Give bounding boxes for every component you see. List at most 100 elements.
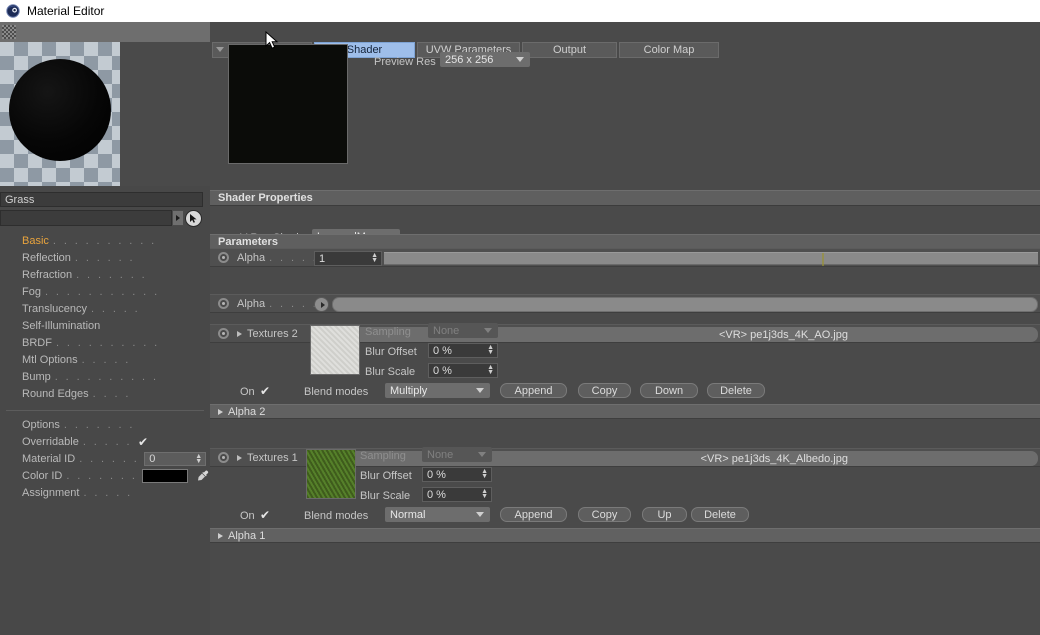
alpha-map-row: Alpha . . . . . .	[210, 294, 1040, 313]
textures-2-thumbnail[interactable]	[310, 325, 360, 375]
alpha-map-slot[interactable]	[332, 297, 1038, 312]
shader-preview-thumbnail[interactable]	[228, 44, 348, 164]
color-id-swatch[interactable]	[142, 468, 188, 483]
play-arrow-icon	[320, 301, 325, 308]
textures-2-blur-scale-stepper[interactable]: 0 % ▲ ▼	[428, 363, 498, 378]
option-row-options[interactable]: Options . . . . . . .	[0, 416, 210, 433]
material-id-dots: . . . . . .	[79, 452, 140, 465]
option-row-overridable[interactable]: Overridable . . . . . ✔	[0, 433, 210, 450]
material-browse-arrow-button[interactable]	[172, 210, 184, 226]
expand-triangle-icon[interactable]	[237, 330, 242, 337]
textures-1-blur-offset-value: 0 %	[427, 468, 446, 481]
left-panel: Grass Basic . . . . . . . . . . Reflecti…	[0, 22, 210, 635]
textures-2-sampling-label: Sampling	[365, 326, 411, 338]
nav-dots: . . . . .	[91, 302, 141, 315]
stepper-arrows-icon[interactable]: ▲ ▼	[481, 488, 488, 500]
alpha-numeric-toggle[interactable]	[218, 252, 229, 263]
stepper-arrows-icon[interactable]: ▲ ▼	[481, 468, 488, 480]
preview-toolbar	[0, 22, 210, 42]
textures-2-delete-button[interactable]: Delete	[707, 383, 765, 398]
textures-2-blur-offset-stepper[interactable]: 0 % ▲ ▼	[428, 343, 498, 358]
stepper-arrows-icon[interactable]: ▲ ▼	[195, 453, 202, 465]
stepper-arrows-icon[interactable]: ▲ ▼	[487, 364, 494, 376]
textures-1-on-label: On	[240, 510, 255, 522]
textures-2-blend-dropdown[interactable]: Multiply	[385, 383, 490, 398]
chevron-down-icon	[476, 388, 484, 393]
textures-1-delete-button[interactable]: Delete	[691, 507, 749, 522]
preview-res-label: Preview Res	[374, 56, 436, 68]
overridable-checkbox[interactable]: ✔	[138, 435, 148, 449]
textures-2-sampling-dropdown[interactable]: None	[428, 323, 498, 338]
nav-dots: . . . . .	[81, 353, 131, 366]
preview-res-dropdown[interactable]: 256 x 256	[440, 52, 530, 67]
textures-1-toggle[interactable]	[218, 452, 229, 463]
alpha-value-stepper[interactable]: 1 ▲ ▼	[314, 251, 382, 266]
alpha-map-toggle[interactable]	[218, 298, 229, 309]
material-id-stepper[interactable]: 0 ▲ ▼	[144, 451, 207, 466]
textures-1-sampling-dropdown[interactable]: None	[422, 447, 492, 462]
option-row-assignment[interactable]: Assignment . . . . .	[0, 484, 210, 501]
textures-2-blur-offset-label: Blur Offset	[365, 346, 417, 358]
textures-2-down-button[interactable]: Down	[640, 383, 698, 398]
tab-color-map[interactable]: Color Map	[619, 42, 719, 58]
tab-label: Shader	[346, 44, 383, 56]
option-row-material-id: Material ID . . . . . . 0 ▲ ▼	[0, 450, 210, 467]
nav-item-round-edges[interactable]: Round Edges . . . .	[0, 385, 210, 402]
nav-dots: . . . . . . . . . .	[55, 336, 160, 349]
stepper-arrows-icon[interactable]: ▲ ▼	[487, 344, 494, 356]
section-title: Parameters	[218, 236, 278, 248]
alpha-slider-marker	[822, 253, 824, 266]
checker-pattern-icon[interactable]	[2, 25, 16, 39]
shader-properties-header: Shader Properties	[210, 190, 1040, 206]
material-picker-button[interactable]	[185, 209, 202, 227]
material-name-field[interactable]: Grass	[0, 192, 203, 207]
textures-1-blur-offset-label: Blur Offset	[360, 470, 412, 482]
color-id-dots: . . . . . . .	[66, 469, 138, 482]
collapse-triangle-icon[interactable]	[216, 47, 224, 52]
expand-triangle-icon[interactable]	[237, 454, 242, 461]
alpha-map-expand-button[interactable]	[314, 297, 329, 312]
nav-item-fog[interactable]: Fog . . . . . . . . . . .	[0, 283, 210, 300]
nav-dots: . . . . . . . . . .	[54, 370, 159, 383]
textures-1-blend-dropdown[interactable]: Normal	[385, 507, 490, 522]
textures-2-toggle[interactable]	[218, 328, 229, 339]
nav-item-basic[interactable]: Basic . . . . . . . . . .	[0, 232, 210, 249]
nav-item-translucency[interactable]: Translucency . . . . .	[0, 300, 210, 317]
nav-item-mtl-options[interactable]: Mtl Options . . . . .	[0, 351, 210, 368]
textures-2-append-button[interactable]: Append	[500, 383, 567, 398]
textures-1-up-button[interactable]: Up	[642, 507, 687, 522]
material-preview-swatch[interactable]	[0, 42, 120, 186]
textures-1-blur-scale-stepper[interactable]: 0 % ▲ ▼	[422, 487, 492, 502]
tab-output[interactable]: Output	[522, 42, 617, 58]
textures-2-blend-label: Blend modes	[304, 386, 369, 398]
chevron-down-icon	[476, 512, 484, 517]
textures-1-copy-button[interactable]: Copy	[578, 507, 631, 522]
alpha-slider[interactable]	[384, 252, 1038, 266]
textures-2-copy-button[interactable]: Copy	[578, 383, 631, 398]
chevron-down-icon	[516, 57, 524, 62]
nav-item-bump[interactable]: Bump . . . . . . . . . .	[0, 368, 210, 385]
material-browse-row	[0, 209, 203, 227]
material-section-nav: Basic . . . . . . . . . . Reflection . .…	[0, 232, 210, 402]
textures-1-blend-value: Normal	[390, 508, 426, 521]
material-browse-field[interactable]	[0, 210, 172, 226]
nav-item-self-illumination[interactable]: Self-Illumination	[0, 317, 210, 334]
alpha-2-section[interactable]: Alpha 2	[210, 404, 1040, 419]
button-label: Down	[654, 384, 684, 397]
nav-item-reflection[interactable]: Reflection . . . . . .	[0, 249, 210, 266]
assignment-label: Assignment	[22, 486, 80, 499]
stepper-arrows-icon[interactable]: ▲ ▼	[371, 252, 378, 264]
textures-1-thumbnail[interactable]	[306, 449, 356, 499]
material-name-value: Grass	[5, 193, 35, 206]
preview-side-area	[120, 42, 210, 186]
alpha-1-section[interactable]: Alpha 1	[210, 528, 1040, 543]
nav-item-refraction[interactable]: Refraction . . . . . . .	[0, 266, 210, 283]
preview-res-value: 256 x 256	[445, 53, 494, 66]
textures-2-on-checkbox[interactable]: ✔	[260, 384, 270, 398]
textures-1-on-checkbox[interactable]: ✔	[260, 508, 270, 522]
textures-1-append-button[interactable]: Append	[500, 507, 567, 522]
eyedropper-icon[interactable]	[196, 469, 210, 483]
nav-label: Refraction	[22, 268, 73, 281]
nav-item-brdf[interactable]: BRDF . . . . . . . . . .	[0, 334, 210, 351]
textures-1-blur-offset-stepper[interactable]: 0 % ▲ ▼	[422, 467, 492, 482]
